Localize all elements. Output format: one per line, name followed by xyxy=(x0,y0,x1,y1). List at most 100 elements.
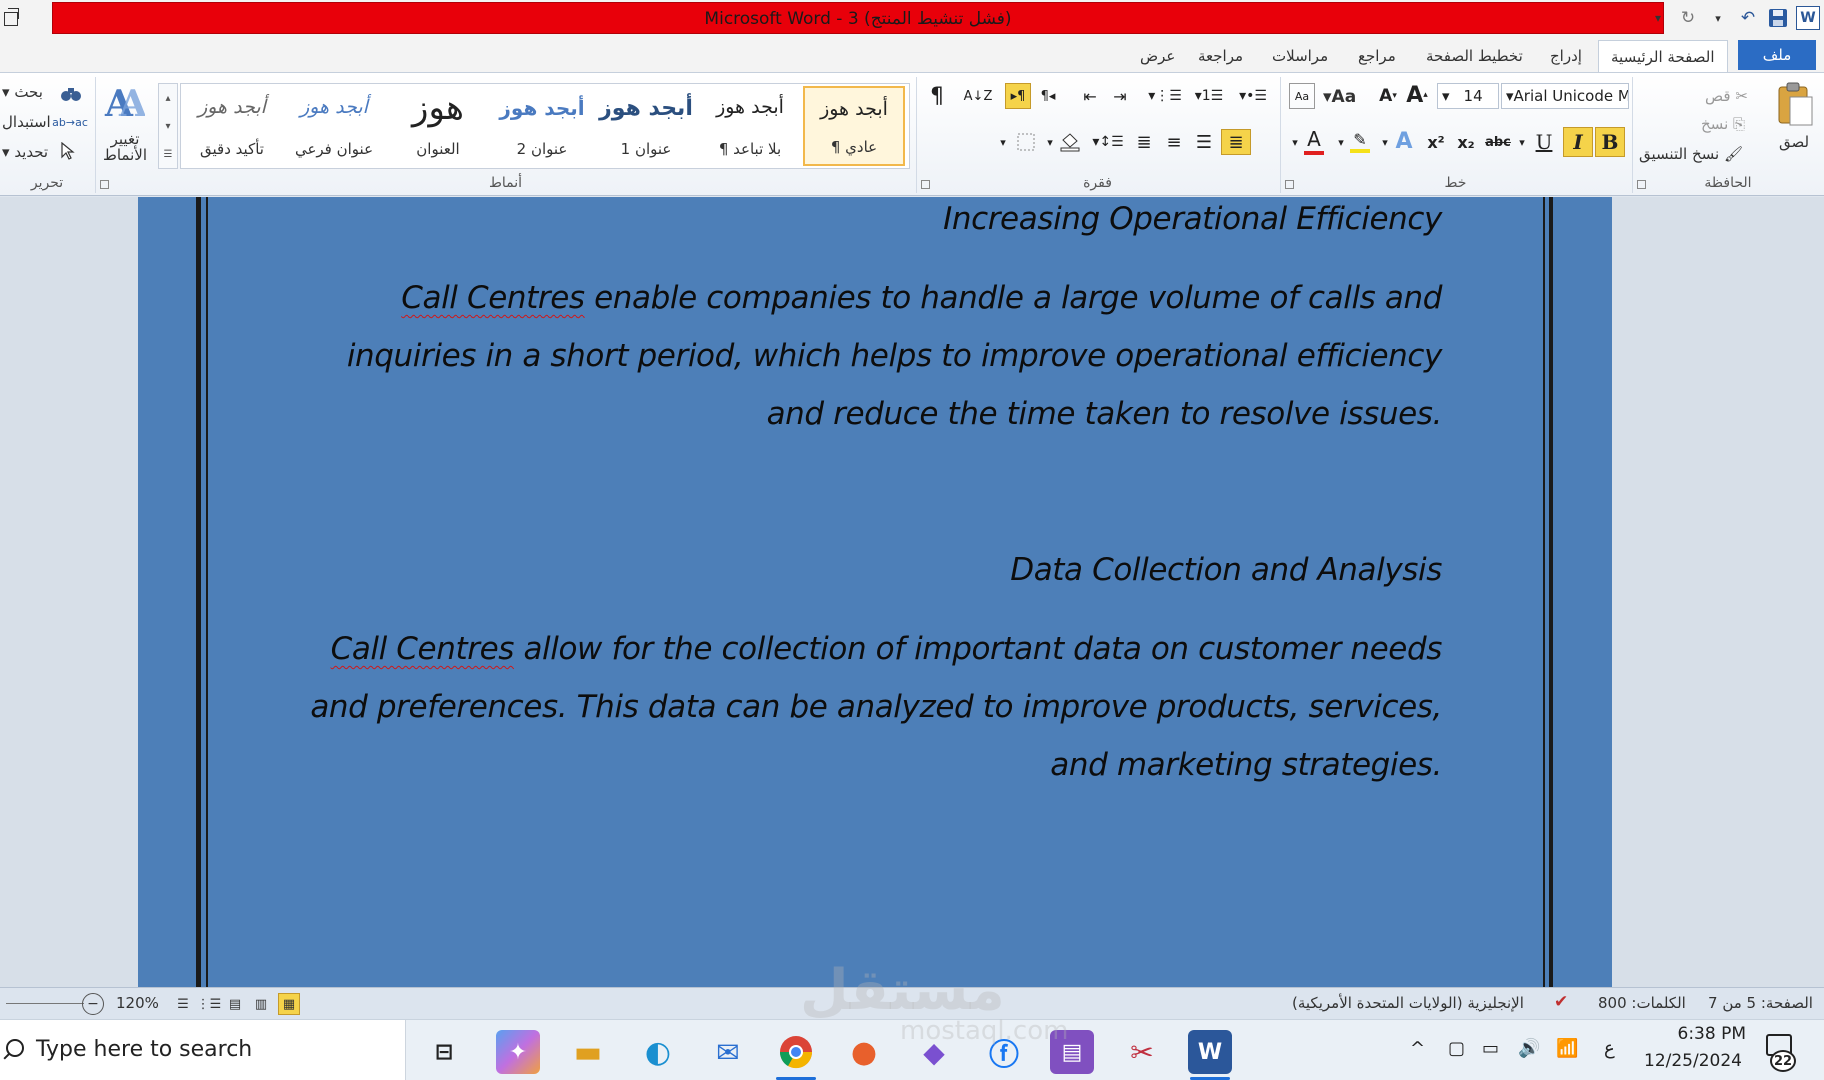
shrink-font-icon[interactable]: A ▾ xyxy=(1375,83,1401,109)
zoom-out-button[interactable]: − xyxy=(82,993,104,1015)
borders-dropdown-icon[interactable]: ▾ xyxy=(993,129,1013,155)
wifi-icon[interactable]: 📶 xyxy=(1556,1038,1578,1059)
taskbar-search[interactable]: Type here to search xyxy=(0,1020,406,1080)
meet-now-icon[interactable]: ▢ xyxy=(1448,1038,1465,1059)
heading-data-collection[interactable]: Data Collection and Analysis xyxy=(1010,552,1442,588)
cut-button[interactable]: قص ✂ xyxy=(1705,87,1748,105)
clear-formatting-icon[interactable]: Aa xyxy=(1289,83,1315,109)
paragraph-line[interactable]: inquiries in a short period, which helps… xyxy=(347,338,1443,374)
pilcrow-icon[interactable]: ¶ xyxy=(925,83,949,109)
tab-view[interactable]: عرض xyxy=(1128,40,1187,72)
zoom-level[interactable]: 120% xyxy=(116,994,159,1012)
superscript-icon[interactable]: x² xyxy=(1423,129,1449,155)
style-heading-1[interactable]: أبجد هوز عنوان 1 xyxy=(595,86,697,166)
clock-time[interactable]: 6:38 PM xyxy=(1660,1024,1747,1044)
copy-button[interactable]: نسخ ⎘ xyxy=(1701,115,1745,133)
ltr-direction-icon[interactable]: ▸¶ xyxy=(1005,83,1031,109)
select-button[interactable]: ▾ تحديد xyxy=(2,143,48,161)
align-right-icon[interactable]: ≣ xyxy=(1221,129,1251,155)
print-layout-icon[interactable]: ▦ xyxy=(278,993,300,1015)
reading-layout-icon[interactable]: ▥ xyxy=(250,993,272,1015)
save-icon[interactable] xyxy=(1766,5,1790,31)
style-no-spacing[interactable]: أبجد هوز ¶ بلا تباعد xyxy=(699,86,801,166)
web-layout-icon[interactable]: ▤ xyxy=(224,993,246,1015)
tab-review[interactable]: مراجعة xyxy=(1186,40,1255,72)
style-heading-2[interactable]: أبجد هوز عنوان 2 xyxy=(491,86,593,166)
style-subtitle[interactable]: أبجد هوز عنوان فرعي xyxy=(283,86,385,166)
heading-operational-efficiency[interactable]: Increasing Operational Efficiency xyxy=(943,201,1442,237)
style-subtle-emphasis[interactable]: أبجد هوز تأكيد دقيق xyxy=(181,86,283,166)
change-styles-icon[interactable]: AA xyxy=(100,79,148,125)
borders-icon[interactable] xyxy=(1013,129,1039,155)
undo-icon[interactable]: ↶ xyxy=(1736,5,1760,31)
line-spacing-icon[interactable]: ▾↕☰ xyxy=(1091,129,1125,155)
decrease-indent-icon[interactable]: ⇤ xyxy=(1077,83,1103,109)
shading-bucket-icon[interactable] xyxy=(1057,129,1083,155)
find-button[interactable]: ▾ بحث xyxy=(2,83,43,101)
snipping-tool-icon[interactable]: ✂ xyxy=(1120,1030,1164,1074)
tab-home[interactable]: الصفحة الرئيسية xyxy=(1598,40,1728,73)
spelling-error[interactable]: Call Centres xyxy=(331,631,515,667)
align-center-icon[interactable]: ≡ xyxy=(1159,129,1189,155)
repeat-icon[interactable]: ↻ xyxy=(1676,5,1700,31)
volume-icon[interactable]: 🔊 xyxy=(1518,1038,1540,1059)
customize-qat-dropdown[interactable]: ▾ xyxy=(1646,5,1670,31)
copilot-icon[interactable]: ✦ xyxy=(496,1030,540,1074)
clipboard-launcher-icon[interactable] xyxy=(1637,180,1646,189)
align-left-icon[interactable]: ☰ xyxy=(1189,129,1219,155)
font-color-icon[interactable]: A xyxy=(1301,127,1327,155)
chevron-up-icon[interactable]: ^ xyxy=(1410,1038,1425,1059)
styles-gallery-scroll[interactable]: ▴ ▾ ☰ xyxy=(158,83,178,169)
word-taskbar-icon[interactable]: W xyxy=(1188,1030,1232,1074)
format-painter-button[interactable]: نسخ التنسيق 🖌 xyxy=(1639,145,1743,163)
paragraph-line[interactable]: and marketing strategies. xyxy=(1050,747,1442,783)
underline-icon[interactable]: U xyxy=(1531,129,1557,155)
style-normal[interactable]: أبجد هوز ¶ عادي xyxy=(803,86,905,166)
zoom-slider[interactable] xyxy=(6,1003,84,1004)
word-count[interactable]: الكلمات: 800 xyxy=(1598,994,1686,1012)
highlight-icon[interactable]: ✎ xyxy=(1347,127,1373,155)
text-effects-icon[interactable]: A xyxy=(1391,127,1417,155)
word-app-icon[interactable]: W xyxy=(1796,6,1820,30)
firefox-icon[interactable]: ● xyxy=(842,1030,886,1074)
file-explorer-icon[interactable]: ▬ xyxy=(566,1030,610,1074)
language-status[interactable]: الإنجليزية (الولايات المتحدة الأمريكية) xyxy=(1292,994,1524,1012)
change-case-button[interactable]: ▾Aa xyxy=(1323,87,1356,107)
replace-label[interactable]: استبدال xyxy=(2,113,51,131)
italic-icon[interactable]: I xyxy=(1563,127,1593,157)
bullets-icon[interactable]: ▾•☰ xyxy=(1233,83,1273,109)
paste-button[interactable]: لصق xyxy=(1779,133,1809,151)
edge-icon[interactable]: ◐ xyxy=(636,1030,680,1074)
grow-font-icon[interactable]: A ▴ xyxy=(1403,81,1431,109)
tab-references[interactable]: مراجع xyxy=(1346,40,1408,72)
bold-icon[interactable]: B xyxy=(1595,127,1625,157)
task-view-icon[interactable]: ⊟ xyxy=(422,1030,466,1074)
draft-view-icon[interactable]: ☰ xyxy=(172,993,194,1015)
proofing-icon[interactable]: ✔ xyxy=(1554,992,1568,1012)
justify-icon[interactable]: ≣ xyxy=(1129,129,1159,155)
paragraph-line[interactable]: Call Centres allow for the collection of… xyxy=(331,631,1443,667)
tab-insert[interactable]: إدراج xyxy=(1538,40,1594,72)
paragraph-line[interactable]: and reduce the time taken to resolve iss… xyxy=(767,396,1443,432)
paragraph-line[interactable]: Call Centres enable companies to handle … xyxy=(401,280,1442,316)
font-size-select[interactable]: ▾ 14 xyxy=(1437,83,1499,109)
numbering-icon[interactable]: ▾1☰ xyxy=(1189,83,1229,109)
strikethrough-icon[interactable]: abc xyxy=(1483,129,1513,155)
paragraph-line[interactable]: and preferences. This data can be analyz… xyxy=(310,689,1442,725)
subscript-icon[interactable]: x₂ xyxy=(1453,129,1479,155)
mail-icon[interactable]: ✉ xyxy=(706,1030,750,1074)
tab-file[interactable]: ملف xyxy=(1738,40,1816,70)
undo-dropdown-icon[interactable]: ▾ xyxy=(1706,5,1730,31)
input-language[interactable]: ع xyxy=(1604,1038,1615,1059)
binoculars-icon[interactable] xyxy=(60,83,82,105)
tab-page-layout[interactable]: تخطيط الصفحة xyxy=(1414,40,1535,72)
replace-icon[interactable]: ab→ac xyxy=(52,111,88,133)
font-name-select[interactable]: ▾ Arial Unicode M xyxy=(1501,83,1629,109)
sort-icon[interactable]: A↓Z xyxy=(964,83,993,109)
increase-indent-icon[interactable]: ⇥ xyxy=(1107,83,1133,109)
clock-date[interactable]: 12/25/2024 xyxy=(1644,1051,1742,1071)
document-area[interactable]: Increasing Operational Efficiency Call C… xyxy=(0,197,1824,987)
select-cursor-icon[interactable] xyxy=(58,141,78,161)
spelling-error[interactable]: Call Centres xyxy=(401,280,585,316)
page-number[interactable]: الصفحة: 5 من 7 xyxy=(1708,994,1813,1012)
